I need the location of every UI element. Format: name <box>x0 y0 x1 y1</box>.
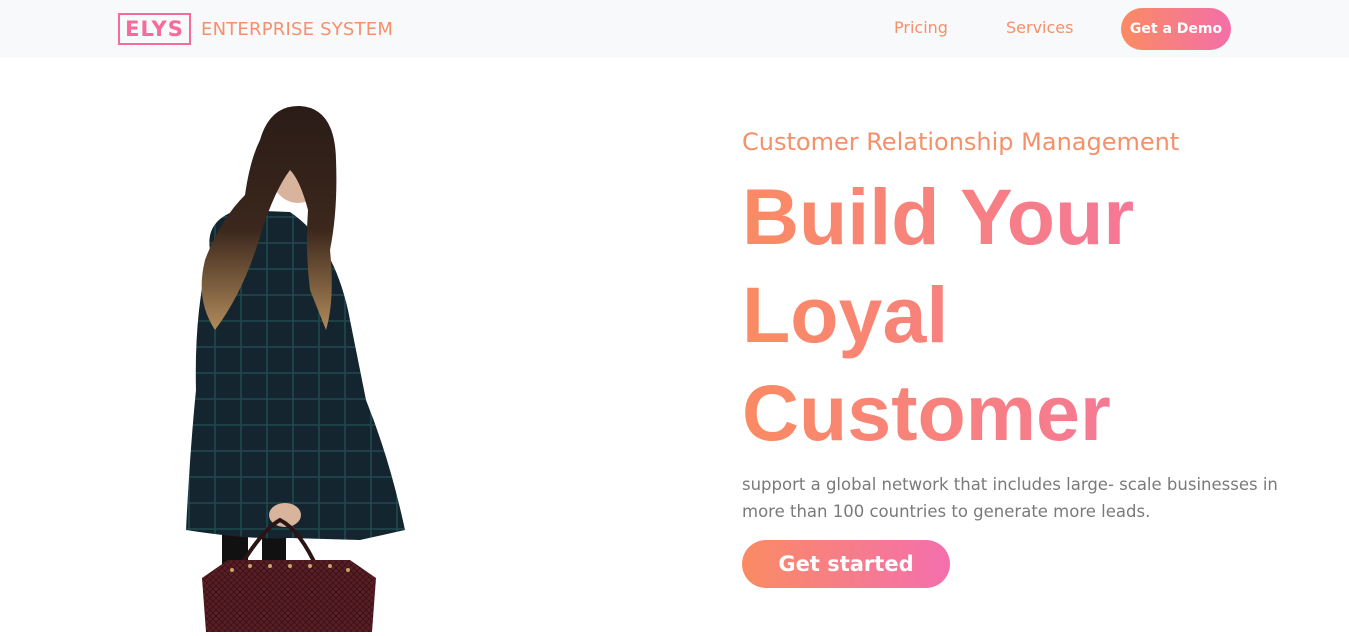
headline-line-1: Build Your <box>742 172 1135 261</box>
hero-headline: Build Your Loyal Customer <box>742 168 1302 462</box>
headline-line-3: Customer <box>742 368 1111 457</box>
headline-line-2: Loyal <box>742 270 949 359</box>
hero-description: support a global network that includes l… <box>742 475 1278 521</box>
get-started-button[interactable]: Get started <box>742 540 950 588</box>
get-demo-button[interactable]: Get a Demo <box>1121 8 1231 50</box>
nav-link-services[interactable]: Services <box>1006 18 1073 37</box>
brand-logo: ELYS <box>118 13 191 45</box>
hero-subtitle: Customer Relationship Management <box>742 128 1180 156</box>
brand-logo-link[interactable]: ELYS ENTERPRISE SYSTEM <box>118 13 393 45</box>
nav-link-pricing[interactable]: Pricing <box>894 18 948 37</box>
top-navbar: ELYS ENTERPRISE SYSTEM Pricing Services … <box>0 0 1349 57</box>
hero-image <box>150 100 450 632</box>
woman-with-handbag-illustration <box>186 105 405 632</box>
brand-name: ENTERPRISE SYSTEM <box>201 18 394 40</box>
